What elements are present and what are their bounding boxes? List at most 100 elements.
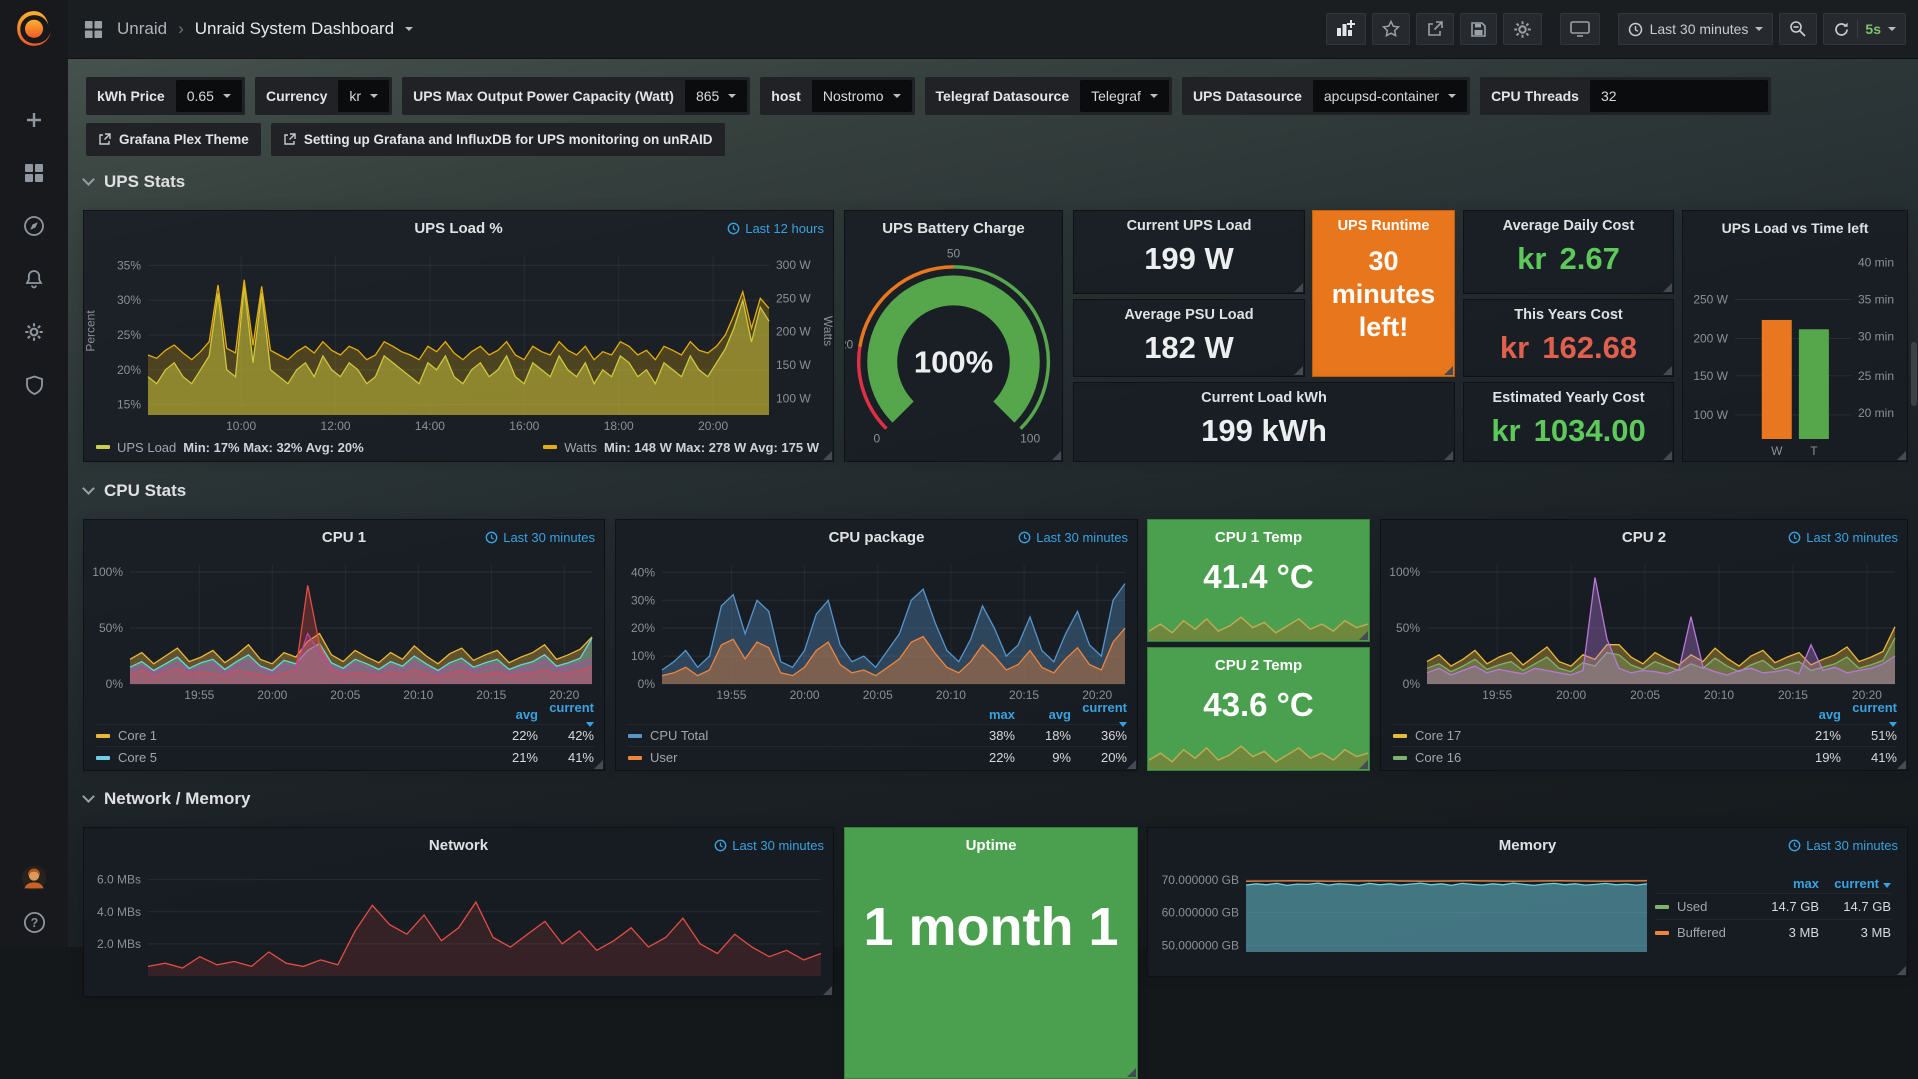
variable-kwh-price: kWh Price0.65 [86,77,245,115]
variable-label: kWh Price [86,77,176,115]
series-name[interactable]: Core 16 [1415,750,1461,765]
explore-icon[interactable] [21,213,47,239]
panel-title[interactable]: UPS Battery Charge [845,211,1062,245]
series-name[interactable]: UPS Load [117,440,176,455]
panel-title[interactable]: UPS Load % [84,211,833,245]
series-name[interactable]: Watts [564,440,597,455]
save-button[interactable] [1460,13,1497,45]
panel-title[interactable]: Estimated Yearly Cost [1464,383,1673,413]
server-admin-icon[interactable] [21,372,47,398]
series-name[interactable]: Buffered [1677,925,1726,940]
legend-row[interactable]: Core 1721%51% [1393,724,1897,746]
row-header-network-memory[interactable]: Network / Memory [84,789,250,809]
legend-col-max[interactable]: max [1747,876,1819,891]
share-button[interactable] [1416,13,1454,45]
panel-title[interactable]: UPS Load vs Time left [1683,211,1907,245]
scrollbar[interactable] [1910,59,1918,947]
legend-row[interactable]: Core 521%41% [96,746,594,768]
variable-value-dropdown[interactable]: 865 [685,80,747,112]
cycle-view-button[interactable] [1560,13,1600,45]
legend-col-current[interactable]: current [538,700,594,730]
avatar[interactable] [21,865,47,891]
panel-title[interactable]: This Years Cost [1464,300,1673,330]
star-button[interactable] [1372,13,1410,45]
refresh-button[interactable]: 5s [1823,13,1906,45]
variable-value-dropdown[interactable]: Telegraf [1080,80,1169,112]
series-name[interactable]: Core 17 [1415,728,1461,743]
memory-chart[interactable]: 50.000000 GB60.000000 GB70.000000 GB [1148,862,1655,976]
panel-title[interactable]: Uptime [845,828,1137,862]
dashboard-settings-button[interactable] [1503,13,1542,45]
time-range-indicator[interactable]: Last 30 minutes [1788,530,1898,545]
battery-gauge[interactable]: 02050100100% [845,245,1062,461]
legend-value: 14.7 GB [1819,899,1891,914]
link-ups-monitoring-guide[interactable]: Setting up Grafana and InfluxDB for UPS … [271,123,725,156]
series-color-marker [1393,734,1407,738]
cpu1-chart[interactable]: 0%50%100%19:5520:0020:0520:1020:1520:20 [84,554,604,704]
panel-title[interactable]: Current Load kWh [1074,383,1454,413]
refresh-interval-label[interactable]: 5s [1865,21,1881,37]
legend-col-current[interactable]: current [1819,876,1891,891]
configuration-icon[interactable] [21,319,47,345]
variable-value-dropdown[interactable]: 0.65 [176,80,242,112]
variable-value-dropdown[interactable]: kr [338,80,389,112]
dashboards-icon[interactable] [21,160,47,186]
apps-icon[interactable] [80,16,106,42]
legend-col-current[interactable]: current [1071,700,1127,730]
zoom-out-button[interactable] [1779,13,1817,45]
legend-col-avg[interactable]: avg [1015,707,1071,722]
time-range-indicator[interactable]: Last 30 minutes [714,838,824,853]
cpu2-chart[interactable]: 0%50%100%19:5520:0020:0520:1020:1520:20 [1381,554,1907,704]
breadcrumb-current[interactable]: Unraid System Dashboard [195,19,394,39]
legend-col-avg[interactable]: avg [1785,707,1841,722]
legend-row[interactable]: Used14.7 GB14.7 GB [1655,893,1891,919]
series-name[interactable]: Used [1677,899,1707,914]
panel-title[interactable]: CPU 1 Temp [1148,520,1369,554]
panel-title[interactable]: CPU 2 Temp [1148,648,1369,682]
network-chart[interactable]: 2.0 MBs4.0 MBs6.0 MBs [84,862,833,996]
help-icon[interactable]: ? [21,909,47,935]
series-name[interactable]: CPU Total [650,728,708,743]
row-header-ups-stats[interactable]: UPS Stats [84,172,185,192]
grafana-logo[interactable] [14,9,54,49]
panel-title[interactable]: Average Daily Cost [1464,211,1673,241]
series-name[interactable]: Core 5 [118,750,157,765]
legend-col-current[interactable]: current [1841,700,1897,730]
series-name[interactable]: User [650,750,677,765]
cpu-threads-input[interactable]: 32 [1590,80,1768,112]
row-header-cpu-stats[interactable]: CPU Stats [84,481,186,501]
alerting-icon[interactable] [21,266,47,292]
add-panel-button[interactable] [1326,13,1366,45]
panel-title[interactable]: Current UPS Load [1074,211,1304,241]
variable-value-dropdown[interactable]: Nostromo [812,80,912,112]
series-name[interactable]: Core 1 [118,728,157,743]
legend-col-avg[interactable]: avg [482,707,538,722]
legend-col-max[interactable]: max [959,707,1015,722]
time-range-picker[interactable]: Last 30 minutes [1618,13,1774,45]
time-range-indicator[interactable]: Last 30 minutes [485,530,595,545]
create-icon[interactable] [21,107,47,133]
panel-title[interactable]: Average PSU Load [1074,300,1304,330]
time-range-indicator[interactable]: Last 12 hours [727,221,824,236]
series-color-marker [1393,756,1407,760]
legend-item[interactable]: UPS LoadMin: 17% Max: 32% Avg: 20% [96,440,364,455]
link-grafana-plex-theme[interactable]: Grafana Plex Theme [86,123,261,156]
variable-value-dropdown[interactable]: apcupsd-container [1313,80,1467,112]
scrollbar-thumb[interactable] [1911,342,1917,406]
time-range-indicator[interactable]: Last 30 minutes [1788,838,1898,853]
chevron-down-icon[interactable] [405,27,413,31]
legend-row[interactable]: CPU Total38%18%36% [628,724,1127,746]
legend-row[interactable]: Buffered3 MB3 MB [1655,919,1891,945]
legend-row[interactable]: Core 1619%41% [1393,746,1897,768]
legend-row[interactable]: User22%9%20% [628,746,1127,768]
legend-row[interactable]: Core 122%42% [96,724,594,746]
stat-value: kr162.68 [1464,330,1673,366]
breadcrumb-root[interactable]: Unraid [117,19,167,39]
ups-load-chart[interactable]: 15%20%25%30%35%100 W150 W200 W250 W300 W… [84,245,833,435]
svg-text:19:55: 19:55 [716,688,746,702]
cpu-package-chart[interactable]: 0%10%20%30%40%19:5520:0020:0520:1020:152… [616,554,1137,704]
legend-item[interactable]: WattsMin: 148 W Max: 278 W Avg: 175 W [543,440,819,455]
panel-title[interactable]: UPS Runtime [1313,211,1454,241]
time-range-indicator[interactable]: Last 30 minutes [1018,530,1128,545]
load-vs-time-chart[interactable]: 100 W150 W200 W250 W20 min25 min30 min35… [1683,245,1907,461]
